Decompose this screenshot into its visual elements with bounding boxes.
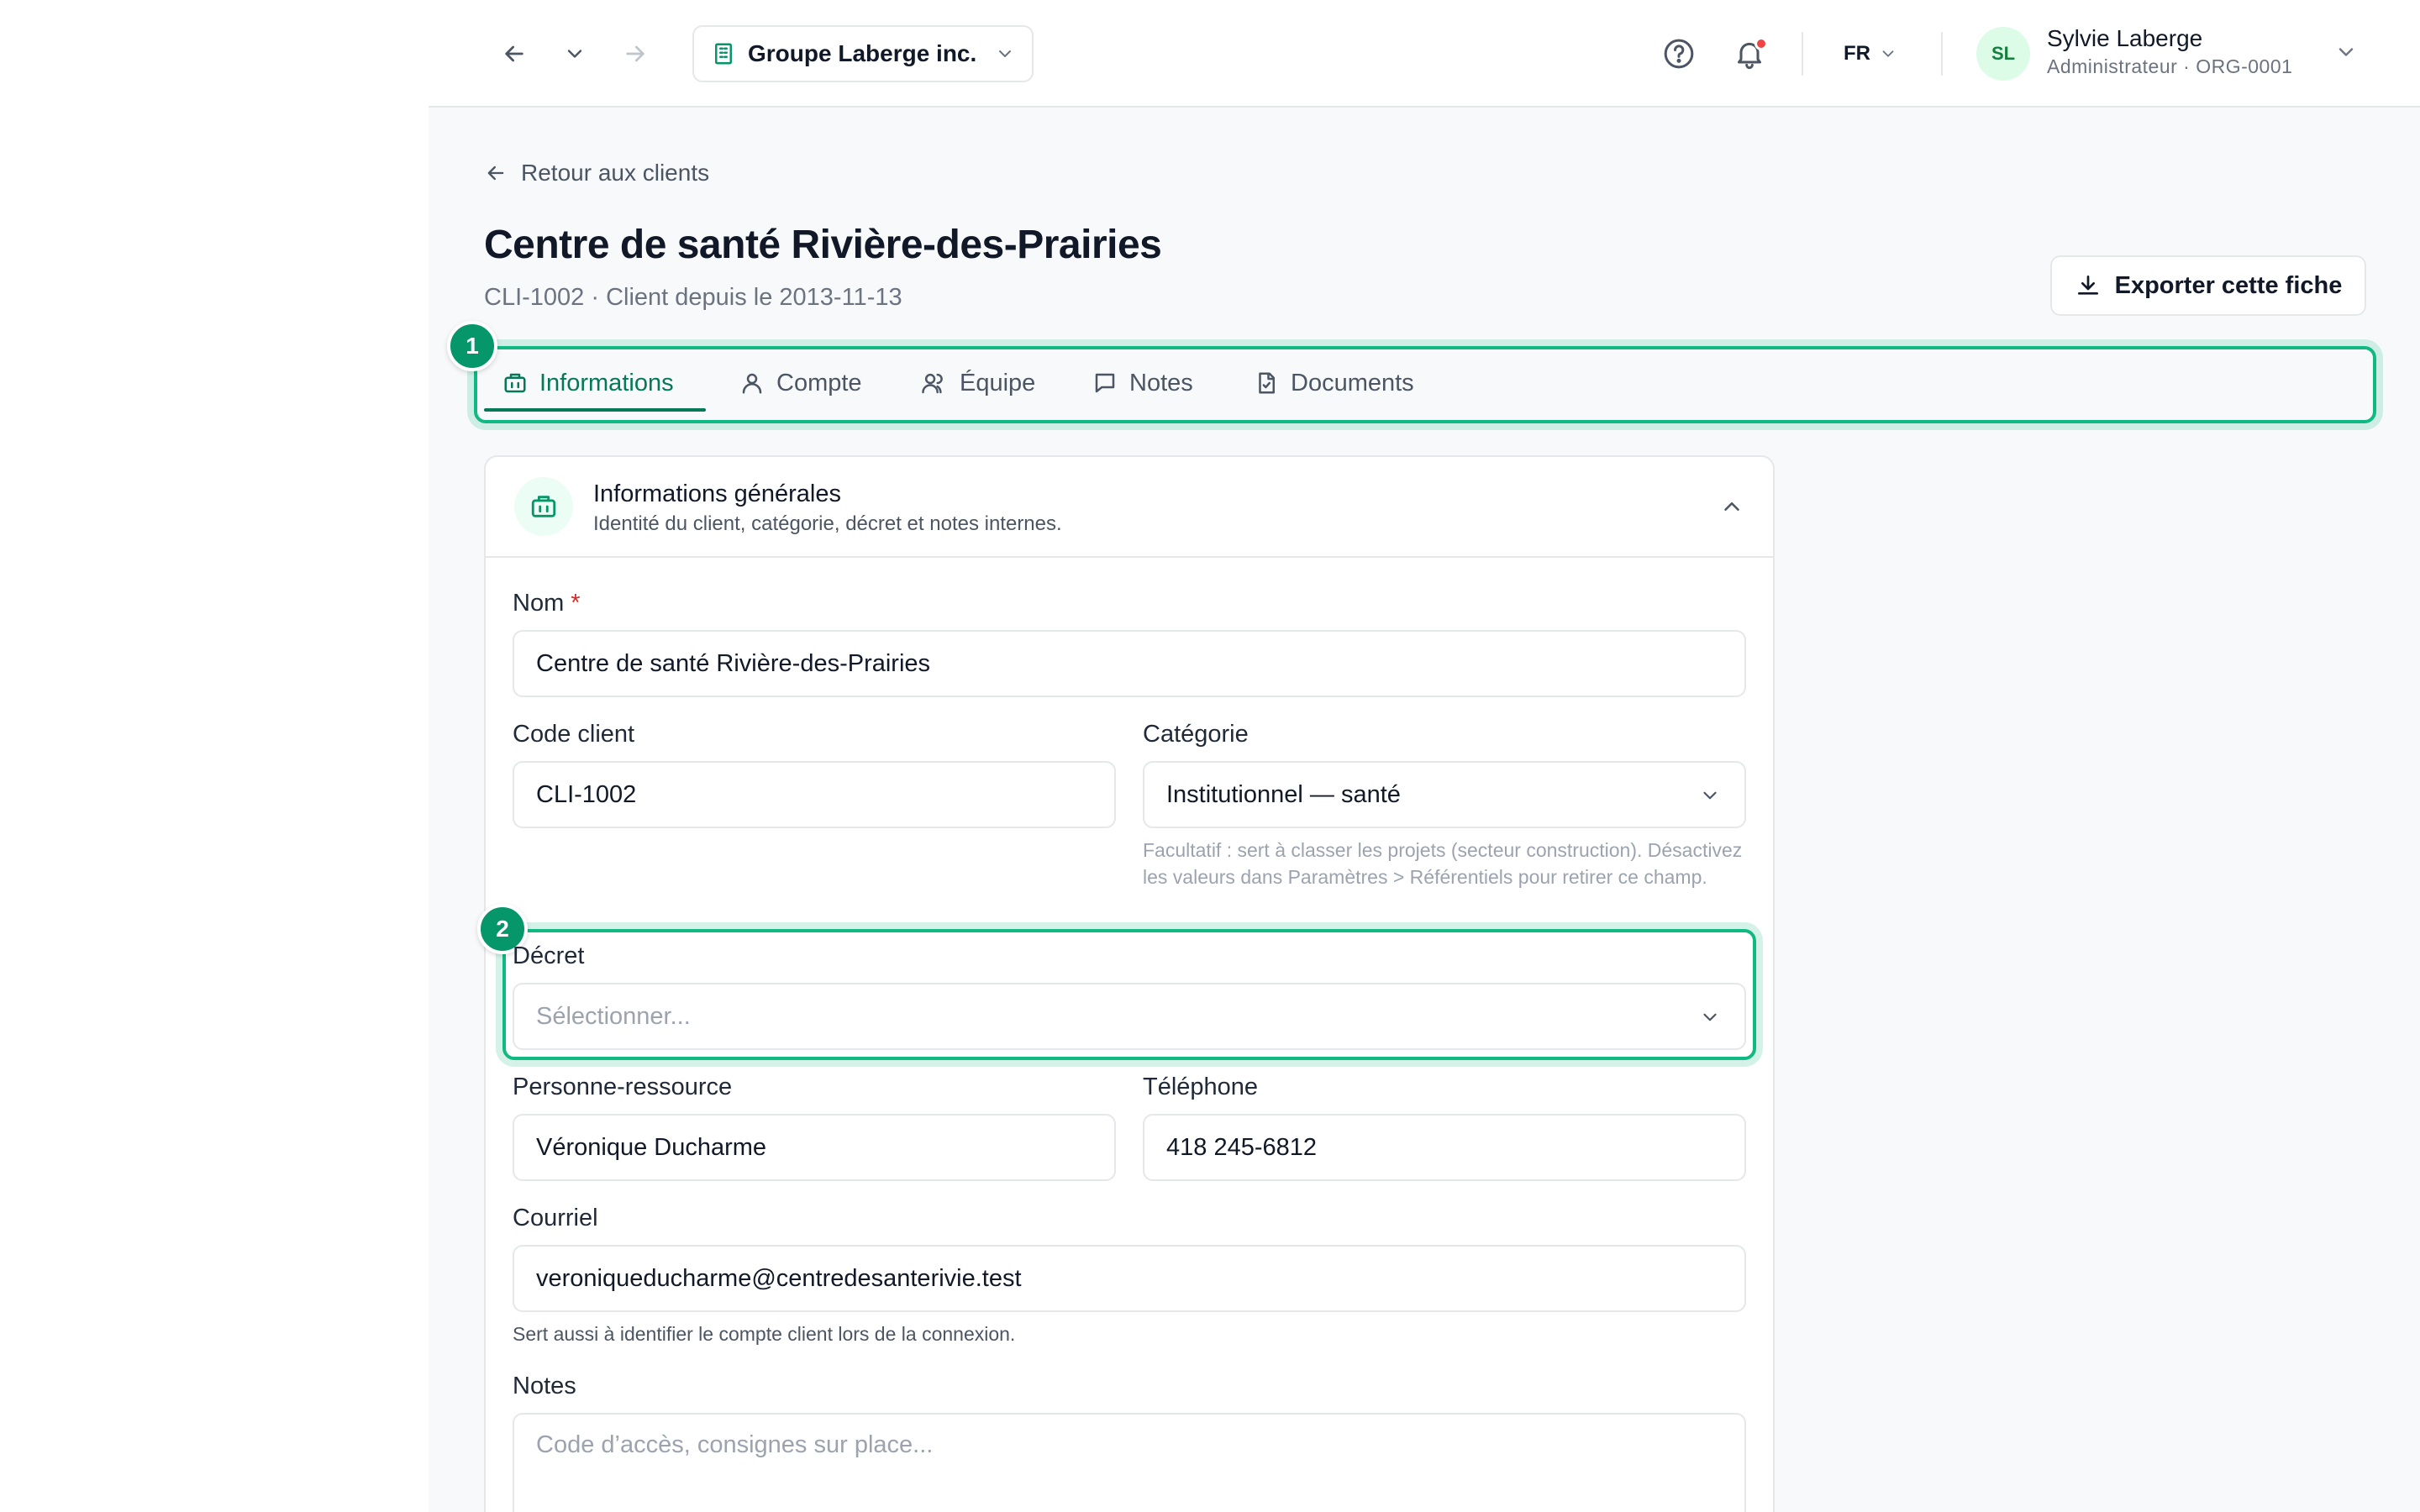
user-name[interactable]: Sylvie Laberge <box>2047 25 2202 52</box>
categorie-help: Facultatif : sert à classer les projets … <box>1143 839 1743 888</box>
topbar: Groupe Laberge inc. FR SL Sylvie Laberge… <box>429 0 2420 108</box>
chevron-down-icon <box>1699 785 1721 806</box>
divider <box>1802 32 1803 76</box>
decret-select[interactable]: Sélectionner... <box>513 983 1746 1050</box>
language-switcher[interactable]: FR <box>1844 37 1897 71</box>
chevron-down-icon <box>995 44 1015 64</box>
tab-label: Notes <box>1129 369 1193 396</box>
export-button[interactable]: Exporter cette fiche <box>2050 255 2366 316</box>
card-description: Identité du client, catégorie, décret et… <box>593 512 1062 535</box>
courriel-input[interactable]: veroniqueducharme@centredesanterivie.tes… <box>513 1245 1746 1312</box>
card-title: Informations générales <box>593 480 841 507</box>
tab-equipe[interactable]: Équipe <box>921 354 1035 412</box>
tab-documents[interactable]: Documents <box>1254 354 1414 412</box>
help-icon[interactable] <box>1659 34 1699 74</box>
org-switcher[interactable]: Groupe Laberge inc. <box>692 25 1034 82</box>
categorie-value: Institutionnel — santé <box>1166 780 1401 808</box>
categorie-select[interactable]: Institutionnel — santé <box>1143 761 1746 828</box>
telephone-input[interactable]: 418 245-6812 <box>1143 1114 1746 1181</box>
export-label: Exporter cette fiche <box>2114 271 2343 299</box>
nom-label: Nom * <box>513 590 581 617</box>
user-menu-chevron-icon[interactable] <box>2334 40 2358 64</box>
arrow-left-icon <box>484 161 508 185</box>
tab-label: Documents <box>1291 369 1414 396</box>
language-label: FR <box>1844 42 1870 65</box>
categorie-label: Catégorie <box>1143 721 1249 748</box>
tab-notes[interactable]: Notes <box>1092 354 1193 412</box>
tab-label: Compte <box>776 369 862 396</box>
tab-label: Équipe <box>960 369 1036 396</box>
user-icon <box>739 370 765 396</box>
building-icon <box>502 370 528 396</box>
notification-dot <box>1754 37 1768 50</box>
decret-placeholder: Sélectionner... <box>536 1002 691 1030</box>
tab-compte[interactable]: Compte <box>739 354 862 412</box>
code-client-label: Code client <box>513 721 635 748</box>
notes-textarea[interactable]: Code d’accès, consignes sur place... <box>513 1413 1746 1512</box>
nom-label-text: Nom <box>513 590 565 617</box>
building-icon <box>711 41 736 66</box>
chevron-up-icon[interactable] <box>1719 494 1744 519</box>
required-mark: * <box>571 590 581 617</box>
notes-label: Notes <box>513 1373 576 1399</box>
forward-arrow-icon[interactable] <box>615 34 655 74</box>
chevron-down-icon <box>1699 1006 1721 1028</box>
avatar[interactable]: SL <box>1976 27 2030 81</box>
history-chevron-down-icon[interactable] <box>555 34 595 74</box>
courriel-label: Courriel <box>513 1205 598 1231</box>
chevron-down-icon <box>1879 45 1897 63</box>
personne-ressource-label: Personne-ressource <box>513 1074 733 1100</box>
step-badge-1: 1 <box>447 321 497 371</box>
download-icon <box>2075 272 2102 299</box>
page-subtitle: CLI-1002 · Client depuis le 2013-11-13 <box>484 284 902 311</box>
decret-label: Décret <box>513 942 585 969</box>
telephone-label: Téléphone <box>1143 1074 1259 1100</box>
back-link-label: Retour aux clients <box>521 160 710 186</box>
org-name: Groupe Laberge inc. <box>748 40 977 66</box>
page-title: Centre de santé Rivière-des-Prairies <box>484 223 1162 267</box>
divider <box>1941 32 1943 76</box>
active-tab-indicator <box>484 408 706 412</box>
document-icon <box>1254 370 1279 396</box>
users-icon <box>921 370 948 396</box>
back-arrow-icon[interactable] <box>494 34 534 74</box>
personne-ressource-input[interactable]: Véronique Ducharme <box>513 1114 1116 1181</box>
courriel-help: Sert aussi à identifier le compte client… <box>513 1323 1016 1345</box>
user-role: Administrateur · ORG-0001 <box>2047 55 2293 77</box>
tab-informations[interactable]: Informations <box>502 354 674 412</box>
message-icon <box>1092 370 1118 396</box>
code-client-input[interactable]: CLI-1002 <box>513 761 1116 828</box>
nom-input[interactable]: Centre de santé Rivière-des-Prairies <box>513 630 1746 697</box>
sidebar <box>0 0 429 1512</box>
tab-label: Informations <box>539 369 674 396</box>
briefcase-icon <box>514 477 573 536</box>
back-to-clients-link[interactable]: Retour aux clients <box>484 160 709 186</box>
